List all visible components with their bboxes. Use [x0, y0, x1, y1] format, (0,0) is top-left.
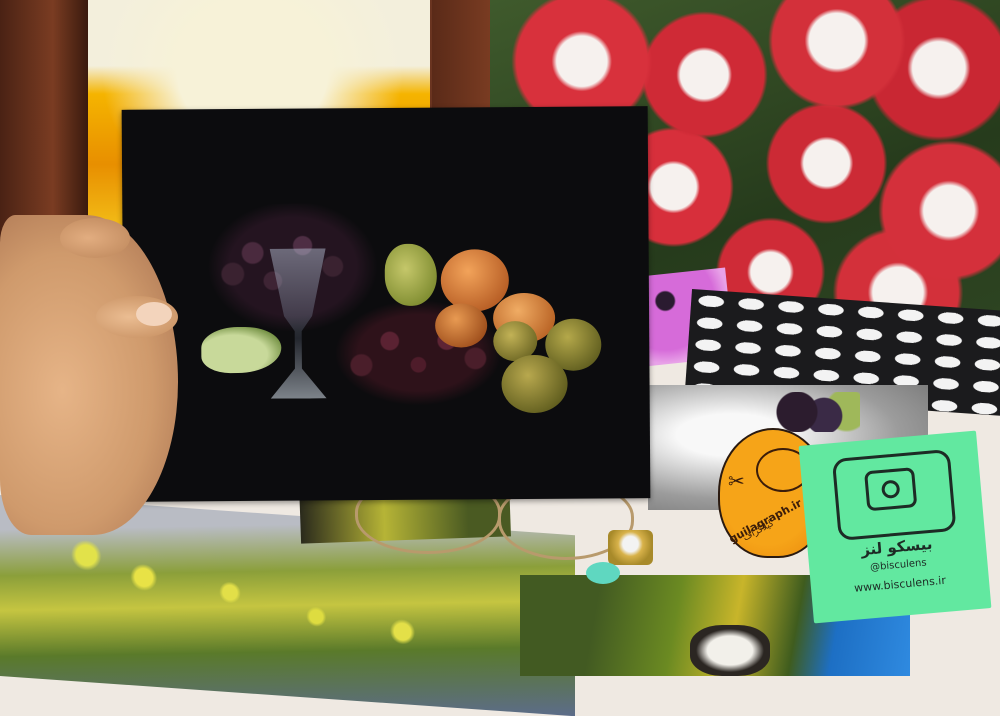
wooden-frame-edge: [0, 0, 88, 250]
pear: [384, 243, 438, 307]
held-still-life-photo: [121, 106, 651, 502]
scissors-icon: ✂: [728, 469, 745, 493]
keychain-charm: [608, 530, 653, 565]
wooden-frame-right-edge: [432, 0, 492, 110]
green-apple: [501, 354, 568, 414]
camera-lens-icon: [880, 479, 901, 499]
biscuit-logo-outline: [831, 448, 957, 541]
melon-slice: [201, 326, 282, 374]
peach: [434, 303, 488, 348]
berries-detail: [770, 392, 860, 432]
thumbnail-nail: [136, 302, 172, 326]
index-finger: [60, 218, 130, 258]
green-logo-sticker: بیسکو لنز @bisculens www.bisculens.ir: [798, 430, 992, 624]
red-grapes-bunch: [322, 292, 514, 414]
camera-icon: [864, 467, 918, 512]
turquoise-bead: [586, 562, 620, 584]
dog-figure: [690, 625, 770, 676]
